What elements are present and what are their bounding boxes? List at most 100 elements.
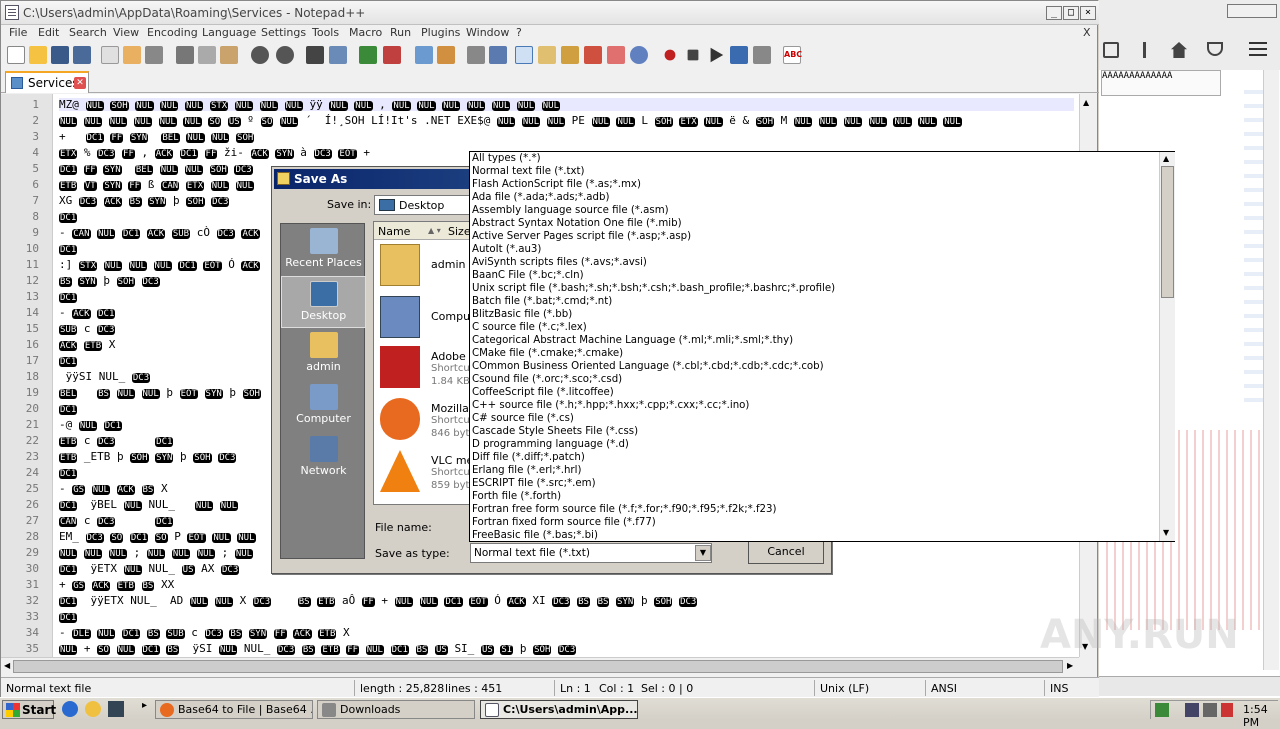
- tray-icon-alert[interactable]: [1221, 703, 1233, 717]
- type-option[interactable]: All types (*.*): [472, 153, 541, 164]
- place-recent[interactable]: Recent Places: [281, 224, 366, 276]
- minimize-button[interactable]: _: [1046, 6, 1062, 20]
- explorer-icon[interactable]: [85, 701, 101, 717]
- save-all-icon[interactable]: [73, 46, 91, 64]
- type-option[interactable]: Categorical Abstract Machine Language (*…: [472, 335, 793, 346]
- menu-view[interactable]: View: [113, 26, 139, 39]
- code-line[interactable]: DC1 ÿÿETX NUL_ AD NUL NUL X DC3 BS ETB a…: [59, 594, 1074, 607]
- type-option[interactable]: BaanC File (*.bc;*.cln): [472, 270, 584, 281]
- close-document-x[interactable]: X: [1083, 26, 1091, 39]
- file-item-label[interactable]: admin: [431, 258, 465, 271]
- type-option[interactable]: AutoIt (*.au3): [472, 244, 541, 255]
- ie-icon[interactable]: [62, 701, 78, 717]
- close-all-icon[interactable]: [123, 46, 141, 64]
- user-lang-icon[interactable]: [538, 46, 556, 64]
- spell-check-icon[interactable]: ABC: [783, 46, 802, 64]
- type-option[interactable]: ESCRIPT file (*.src;*.em): [472, 478, 596, 489]
- place-desktop[interactable]: Desktop: [281, 276, 366, 328]
- code-line[interactable]: - DLE NUL DC1 BS SUB c DC3 BS SYN FF ACK…: [59, 626, 1074, 639]
- task-base64[interactable]: Base64 to File | Base64 ...: [155, 700, 313, 719]
- replace-icon[interactable]: [329, 46, 347, 64]
- maximize-button[interactable]: □: [1063, 6, 1079, 20]
- cancel-button[interactable]: Cancel: [748, 540, 824, 564]
- indent-guide-icon[interactable]: [515, 46, 533, 64]
- browser-scrollbar[interactable]: [1263, 70, 1279, 670]
- print-icon[interactable]: [145, 46, 163, 64]
- type-option[interactable]: Active Server Pages script file (*.asp;*…: [472, 231, 691, 242]
- code-line[interactable]: + GS ACK ETB BS XX: [59, 578, 1074, 591]
- editor-horizontal-scrollbar[interactable]: ◀ ▶: [1, 657, 1079, 675]
- run-macro-multiple-icon[interactable]: [730, 46, 748, 64]
- file-item-label[interactable]: Comput: [431, 310, 474, 323]
- file-list[interactable]: Name ▲ ▾ Size admin Comput Adobe R Short…: [373, 221, 480, 505]
- task-notepad[interactable]: C:\Users\admin\App...: [480, 700, 638, 719]
- menu-macro[interactable]: Macro: [349, 26, 382, 39]
- close-file-icon[interactable]: [101, 46, 119, 64]
- folder-workspace-icon[interactable]: [607, 46, 625, 64]
- save-icon[interactable]: [51, 46, 69, 64]
- menu-settings[interactable]: Settings: [261, 26, 306, 39]
- close-button[interactable]: ×: [1080, 6, 1096, 20]
- dropdown-scroll-thumb[interactable]: [1161, 166, 1174, 298]
- sync-h-icon[interactable]: [437, 46, 455, 64]
- type-option[interactable]: Csound file (*.orc;*.sco;*.csd): [472, 374, 622, 385]
- type-option[interactable]: Assembly language source file (*.asm): [472, 205, 669, 216]
- find-icon[interactable]: [306, 46, 324, 64]
- menu-help[interactable]: ?: [516, 26, 522, 39]
- save-macro-icon[interactable]: [753, 46, 771, 64]
- menu-file[interactable]: File: [9, 26, 27, 39]
- function-list-icon[interactable]: [584, 46, 602, 64]
- type-option[interactable]: Unix script file (*.bash;*.sh;*.bsh;*.cs…: [472, 283, 835, 294]
- type-option[interactable]: Erlang file (*.erl;*.hrl): [472, 465, 581, 476]
- type-option[interactable]: Fortran fixed form source file (*.f77): [472, 517, 656, 528]
- type-option[interactable]: Fortran free form source file (*.f;*.for…: [472, 504, 777, 515]
- column-name-header[interactable]: Name: [378, 225, 410, 238]
- type-option[interactable]: AviSynth scripts files (*.avs;*.avsi): [472, 257, 647, 268]
- monitoring-icon[interactable]: [630, 46, 648, 64]
- code-line[interactable]: NUL NUL NUL NUL NUL NUL SO US º SO NUL ´…: [59, 114, 1074, 127]
- paste-icon[interactable]: [220, 46, 238, 64]
- play-macro-icon[interactable]: [710, 47, 724, 63]
- menu-plugins[interactable]: Plugins: [421, 26, 460, 39]
- quicklaunch-chevron-icon[interactable]: ▸: [142, 700, 147, 711]
- hscroll-thumb[interactable]: [13, 660, 1063, 673]
- download-icon[interactable]: [1143, 42, 1159, 58]
- type-option[interactable]: Flash ActionScript file (*.as;*.mx): [472, 179, 641, 190]
- zoom-out-icon[interactable]: [383, 46, 401, 64]
- sidebar-icon[interactable]: [1103, 42, 1119, 58]
- tab-services[interactable]: Services ✕: [5, 71, 89, 93]
- menu-icon[interactable]: [1249, 42, 1267, 44]
- start-button[interactable]: Start: [2, 700, 56, 719]
- type-option[interactable]: CMake file (*.cmake;*.cmake): [472, 348, 623, 359]
- home-icon[interactable]: [1171, 42, 1187, 58]
- type-option[interactable]: BlitzBasic file (*.bb): [472, 309, 572, 320]
- dropdown-scrollbar[interactable]: ▲ ▼: [1159, 152, 1175, 541]
- pocket-icon[interactable]: [1207, 42, 1223, 56]
- code-line[interactable]: + DC1 FF SYN BEL NUL NUL SOH: [59, 130, 1074, 143]
- network-tray-icon[interactable]: [1185, 703, 1199, 717]
- type-option[interactable]: Batch file (*.bat;*.cmd;*.nt): [472, 296, 612, 307]
- type-option[interactable]: Ada file (*.ada;*.ads;*.adb): [472, 192, 609, 203]
- cut-icon[interactable]: [176, 46, 194, 64]
- type-option[interactable]: COmmon Business Oriented Language (*.cbl…: [472, 361, 824, 372]
- code-line[interactable]: NUL + SO NUL DC1 BS ÿSI NUL NUL_ DC3 BS …: [59, 642, 1074, 655]
- notepad-titlebar[interactable]: C:\Users\admin\AppData\Roaming\Services …: [1, 1, 1099, 25]
- place-computer[interactable]: Computer: [281, 380, 366, 432]
- type-option[interactable]: C# source file (*.cs): [472, 413, 574, 424]
- menu-window[interactable]: Window: [466, 26, 509, 39]
- save-type-dropdown-list[interactable]: All types (*.*) Normal text file (*.txt) F…: [469, 151, 1175, 542]
- record-macro-icon[interactable]: [664, 49, 676, 61]
- browser-window-controls[interactable]: [1227, 4, 1277, 18]
- save-in-select[interactable]: Desktop: [374, 195, 470, 215]
- show-desktop-icon[interactable]: [108, 701, 124, 717]
- column-size-header[interactable]: Size: [448, 225, 471, 238]
- copy-icon[interactable]: [198, 46, 216, 64]
- type-option[interactable]: Cascade Style Sheets File (*.css): [472, 426, 638, 437]
- menu-run[interactable]: Run: [390, 26, 411, 39]
- type-option[interactable]: D programming language (*.d): [472, 439, 629, 450]
- menu-encoding[interactable]: Encoding: [147, 26, 198, 39]
- type-option[interactable]: Abstract Syntax Notation One file (*.mib…: [472, 218, 682, 229]
- type-option[interactable]: FreeBasic file (*.bas;*.bi): [472, 530, 598, 541]
- show-all-chars-icon[interactable]: [489, 46, 507, 64]
- code-line[interactable]: DC1: [59, 610, 1074, 623]
